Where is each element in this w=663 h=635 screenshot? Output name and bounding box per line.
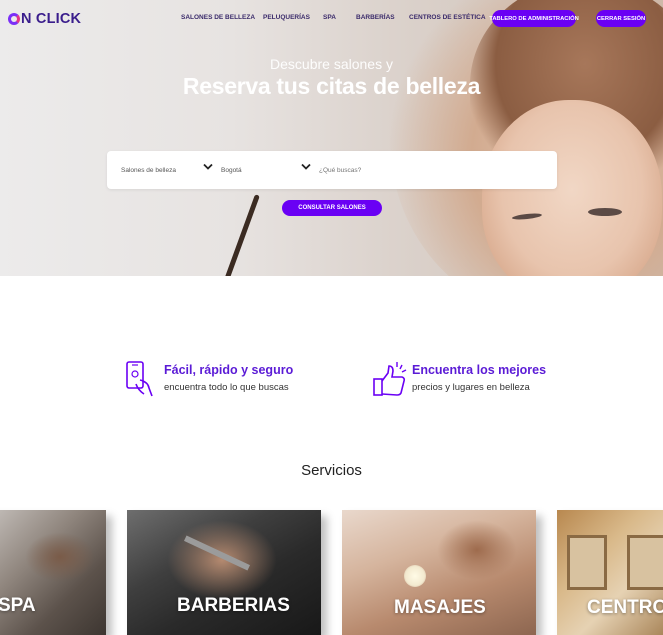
- nav-link-salones[interactable]: SALONES DE BELLEZA: [181, 14, 255, 21]
- search-bar: Salones de belleza Bogotá: [107, 151, 557, 189]
- admin-dashboard-button[interactable]: TABLERO DE ADMINISTRACIÓN: [489, 10, 579, 27]
- service-card-label: SPA: [0, 595, 36, 616]
- chevron-down-icon: [203, 163, 213, 174]
- city-select[interactable]: Bogotá: [221, 151, 316, 189]
- service-card-spa[interactable]: SPA: [0, 510, 106, 635]
- category-select[interactable]: Salones de belleza: [121, 151, 221, 189]
- thumbs-up-icon: [371, 361, 409, 404]
- logo-ring-icon: [8, 13, 20, 25]
- feature-title-best: Encuentra los mejores: [412, 363, 547, 377]
- logo-text: N CLICK: [21, 11, 82, 27]
- nav-link-spa[interactable]: SPA: [323, 14, 336, 21]
- city-select-value: Bogotá: [221, 166, 242, 174]
- hero-title: Reserva tus citas de belleza: [182, 73, 481, 99]
- phone-hand-icon: [122, 360, 158, 403]
- makeup-brush: [224, 194, 260, 276]
- nav-link-barberias[interactable]: BARBERÍAS: [356, 14, 395, 21]
- service-card-label: CENTROS DE BELLEZA: [587, 597, 663, 618]
- service-card-label: BARBERIAS: [177, 595, 290, 616]
- search-input[interactable]: [319, 159, 549, 181]
- logout-button[interactable]: CERRAR SESIÓN: [596, 10, 646, 27]
- services-heading: Servicios: [301, 462, 362, 479]
- category-select-value: Salones de belleza: [121, 166, 176, 174]
- hero-banner: [0, 0, 663, 276]
- hero-subtitle: Descubre salones y: [270, 56, 393, 72]
- service-card-barberias[interactable]: BARBERIAS: [127, 510, 321, 635]
- chevron-down-icon: [301, 163, 311, 174]
- nav-link-peluquerias[interactable]: PELUQUERÍAS: [263, 14, 310, 21]
- feature-text-best: precios y lugares en belleza: [412, 382, 530, 393]
- nav-link-centros[interactable]: CENTROS DE ESTÉTICA: [409, 14, 486, 21]
- logo[interactable]: N CLICK: [8, 11, 81, 27]
- service-card-label: MASAJES: [394, 597, 486, 618]
- feature-title-fast: Fácil, rápido y seguro: [164, 363, 294, 377]
- service-card-centros[interactable]: CENTROS DE BELLEZA: [557, 510, 663, 635]
- consult-salons-button[interactable]: CONSULTAR SALONES: [282, 200, 382, 216]
- feature-text-fast: encuentra todo lo que buscas: [164, 382, 289, 393]
- service-card-masajes[interactable]: MASAJES: [342, 510, 536, 635]
